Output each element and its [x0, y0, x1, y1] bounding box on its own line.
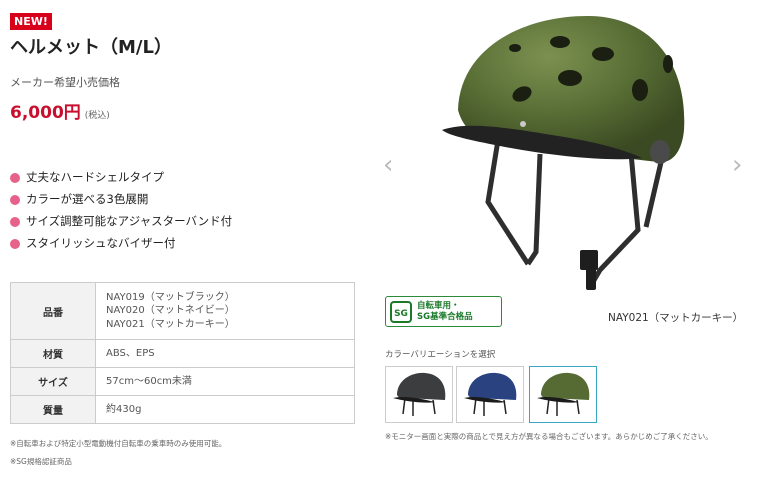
price-row: 6,000円 (税込): [10, 98, 110, 123]
spec-value: NAY019（マットブラック） NAY020（マットネイビー） NAY021（マ…: [95, 282, 355, 340]
spec-row-weight: 質量 約430g: [10, 395, 355, 424]
thumb-matte-black[interactable]: [385, 366, 453, 423]
bullet-dot-icon: [10, 195, 20, 205]
helmet-thumbnail-khaki: [537, 372, 590, 416]
helmet-thumbnail-navy: [464, 372, 517, 416]
spec-label: 品番: [10, 282, 96, 340]
spec-row-part-number: 品番 NAY019（マットブラック） NAY020（マットネイビー） NAY02…: [10, 282, 355, 340]
bullet-dot-icon: [10, 217, 20, 227]
sg-mark-line2: SG基準合格品: [417, 311, 473, 322]
feature-text: スタイリッシュなバイザー付: [26, 236, 176, 250]
spec-value: ABS、EPS: [95, 339, 355, 368]
spec-value: 約430g: [95, 395, 355, 424]
feature-text: 丈夫なハードシェルタイプ: [26, 170, 164, 184]
spec-line: NAY019（マットブラック）: [106, 291, 235, 303]
next-image-arrow-icon[interactable]: ›: [732, 152, 742, 178]
helmet-main-image: [442, 15, 685, 290]
spec-label: サイズ: [10, 367, 96, 396]
sg-logo-text: SG: [394, 309, 408, 319]
spec-line: 約430g: [106, 403, 142, 415]
spec-line: ABS、EPS: [106, 347, 155, 359]
bullet-dot-icon: [10, 239, 20, 249]
spec-label: 材質: [10, 339, 96, 368]
sg-note: ※SG規格認証商品: [10, 457, 72, 466]
sg-logo-icon: SG: [390, 300, 412, 323]
feature-item: サイズ調整可能なアジャスターバンド付: [10, 214, 232, 236]
thumb-matte-navy[interactable]: [456, 366, 524, 423]
monitor-disclaimer: ※モニター画面と実際の商品とで見え方が異なる場合もございます。あらかじめご了承く…: [385, 432, 713, 441]
helmet-thumbnail-black: [393, 372, 446, 416]
prev-image-arrow-icon[interactable]: ‹: [383, 152, 393, 178]
new-badge: NEW!: [10, 13, 52, 30]
spec-line: 57cm〜60cm未満: [106, 375, 192, 387]
usage-note: ※自転車および特定小型電動機付自転車の乗車時のみ使用可能。: [10, 439, 227, 448]
feature-item: スタイリッシュなバイザー付: [10, 236, 232, 258]
msrp-label: メーカー希望小売価格: [10, 76, 120, 89]
sg-mark-text: 自転車用・ SG基準合格品: [417, 301, 473, 323]
selected-variant-name: NAY021（マットカーキー）: [608, 312, 744, 324]
bullet-dot-icon: [10, 173, 20, 183]
feature-text: カラーが選べる3色展開: [26, 192, 149, 206]
tax-note: (税込): [84, 111, 110, 121]
sg-mark-line1: 自転車用・: [417, 300, 460, 311]
spec-line: NAY021（マットカーキー）: [106, 318, 235, 330]
feature-item: カラーが選べる3色展開: [10, 192, 232, 214]
spec-row-size: サイズ 57cm〜60cm未満: [10, 367, 355, 396]
spec-value: 57cm〜60cm未満: [95, 367, 355, 396]
spec-table: 品番 NAY019（マットブラック） NAY020（マットネイビー） NAY02…: [10, 282, 355, 424]
thumb-matte-khaki[interactable]: [529, 366, 597, 423]
product-title: ヘルメット（M/L）: [10, 37, 172, 58]
spec-label: 質量: [10, 395, 96, 424]
feature-text: サイズ調整可能なアジャスターバンド付: [26, 214, 233, 228]
feature-item: 丈夫なハードシェルタイプ: [10, 170, 232, 192]
feature-list: 丈夫なハードシェルタイプ カラーが選べる3色展開 サイズ調整可能なアジャスターバ…: [10, 170, 232, 258]
sg-certification-mark: SG 自転車用・ SG基準合格品: [385, 296, 502, 327]
spec-row-material: 材質 ABS、EPS: [10, 339, 355, 368]
spec-line: NAY020（マットネイビー）: [106, 305, 235, 317]
color-variation-label: カラーバリエーションを選択: [385, 350, 496, 360]
price: 6,000円: [10, 103, 81, 123]
